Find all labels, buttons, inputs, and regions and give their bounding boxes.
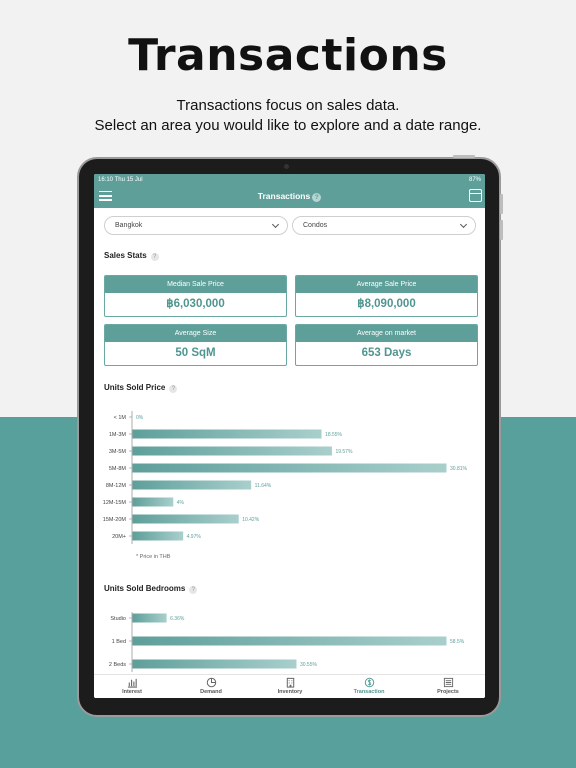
status-battery: 87% xyxy=(468,177,481,183)
bar xyxy=(132,463,447,473)
units-sold-bedrooms-chart: Studio 6.36% 1 Bed 58.5% 2 Beds 30.55% xyxy=(109,612,465,672)
hero-subtitle-line-2: Select an area you would like to explore… xyxy=(94,117,482,134)
area-select[interactable]: Bangkok xyxy=(104,216,288,235)
bar xyxy=(132,429,322,439)
average-on-market-card: Average on market 653 Days xyxy=(295,324,478,366)
hero-title: Transactions xyxy=(128,30,448,81)
bar-value-label: 4% xyxy=(177,500,185,506)
help-icon[interactable]: ? xyxy=(169,385,178,393)
currency-icon xyxy=(364,677,374,688)
status-time: 16:10 Thu 15 Jul xyxy=(98,177,143,183)
pie-chart-icon xyxy=(206,677,216,688)
stat-value: 653 Days xyxy=(361,347,412,359)
bar-value-label: 30.81% xyxy=(450,466,468,472)
tab-label: Demand xyxy=(200,689,222,695)
category-label: 3M-5M xyxy=(109,449,127,455)
bar xyxy=(132,480,252,490)
sales-stats-heading-text: Sales Stats xyxy=(104,251,147,260)
status-bar: 16:10 Thu 15 Jul 87% xyxy=(94,174,485,186)
sales-stats-heading: Sales Stats? xyxy=(104,251,159,261)
volume-up-button xyxy=(500,194,503,214)
category-label: 8M-12M xyxy=(106,483,127,489)
property-type-select-value: Condos xyxy=(303,222,328,229)
calendar-icon[interactable] xyxy=(469,189,482,202)
units-sold-price-heading: Units Sold Price? xyxy=(104,383,178,393)
bar-value-label: 4.97% xyxy=(187,534,202,540)
units-sold-price-chart: * Price in THB < 1M 0% 1M-3M 18.55% 3M-5M 19.… xyxy=(103,411,468,560)
app-screen: 16:10 Thu 15 Jul 87% Transactions? Bangk… xyxy=(94,174,485,698)
tab-label: Interest xyxy=(122,689,142,695)
bar-value-label: 18.55% xyxy=(325,432,343,438)
stat-label: Average on market xyxy=(296,325,477,342)
category-label: 1M-3M xyxy=(109,432,127,438)
bar-value-label: 10.42% xyxy=(242,517,260,523)
units-sold-price-heading-text: Units Sold Price xyxy=(104,383,166,392)
list-icon xyxy=(443,677,453,688)
tab-bar: Interest Demand Inventory Transaction Pr… xyxy=(94,674,485,698)
category-label: 1 Bed xyxy=(112,639,126,645)
property-type-select[interactable]: Condos xyxy=(292,216,476,235)
chevron-down-icon xyxy=(459,220,468,229)
hero-subtitle-line-1: Transactions focus on sales data. xyxy=(176,97,400,114)
tab-demand[interactable]: Demand xyxy=(176,677,246,695)
category-label: 12M-15M xyxy=(103,500,127,506)
bar xyxy=(132,659,297,669)
help-icon[interactable]: ? xyxy=(312,193,322,202)
average-sale-price-card: Average Sale Price ฿8,090,000 xyxy=(295,275,478,317)
bar-value-label: 30.55% xyxy=(300,662,318,668)
help-icon[interactable]: ? xyxy=(150,253,159,261)
tab-label: Inventory xyxy=(277,689,303,695)
top-button xyxy=(453,155,475,158)
stat-value: 50 SqM xyxy=(175,347,216,359)
units-sold-bedrooms-heading: Units Sold Bedrooms? xyxy=(104,584,198,594)
stat-label: Median Sale Price xyxy=(105,276,286,293)
tab-label: Transaction xyxy=(353,689,385,695)
tab-inventory[interactable]: Inventory xyxy=(255,677,325,695)
category-label: 5M-8M xyxy=(109,466,127,472)
bar xyxy=(132,446,332,456)
bar xyxy=(132,613,167,623)
nav-bar: Transactions? xyxy=(94,186,485,208)
camera-dot xyxy=(284,164,289,169)
chevron-down-icon xyxy=(271,220,280,229)
category-label: Studio xyxy=(110,616,126,622)
tab-label: Projects xyxy=(437,689,459,695)
category-label: 20M+ xyxy=(112,534,126,540)
tab-projects[interactable]: Projects xyxy=(413,677,483,695)
tab-interest[interactable]: Interest xyxy=(97,677,167,695)
category-label: < 1M xyxy=(114,415,127,421)
building-icon xyxy=(286,677,294,688)
bar-value-label: 0% xyxy=(136,415,144,421)
bar xyxy=(132,497,174,507)
bar-value-label: 6.36% xyxy=(170,616,185,622)
stat-label: Average Size xyxy=(105,325,286,342)
price-footnote: * Price in THB xyxy=(136,554,171,560)
nav-title-text: Transactions xyxy=(257,191,311,201)
area-select-value: Bangkok xyxy=(115,222,143,229)
units-sold-bedrooms-heading-text: Units Sold Bedrooms xyxy=(104,584,186,593)
volume-down-button xyxy=(500,220,503,240)
stat-value: ฿6,030,000 xyxy=(166,298,225,310)
median-sale-price-card: Median Sale Price ฿6,030,000 xyxy=(104,275,287,317)
help-icon[interactable]: ? xyxy=(189,586,198,594)
bar xyxy=(132,514,239,524)
bar-value-label: 19.57% xyxy=(335,449,353,455)
bar-value-label: 58.5% xyxy=(450,639,465,645)
average-size-card: Average Size 50 SqM xyxy=(104,324,287,366)
category-label: 2 Beds xyxy=(109,662,126,668)
bar xyxy=(132,531,184,541)
bar-value-label: 11.64% xyxy=(255,483,272,489)
nav-title: Transactions? xyxy=(94,191,485,202)
bar-chart-icon xyxy=(127,678,137,688)
bar xyxy=(132,636,447,646)
stat-value: ฿8,090,000 xyxy=(357,298,416,310)
tab-transaction[interactable]: Transaction xyxy=(334,677,404,695)
hero-subtitle: Transactions focus on sales data. Select… xyxy=(0,96,576,136)
category-label: 15M-20M xyxy=(103,517,127,523)
stat-label: Average Sale Price xyxy=(296,276,477,293)
